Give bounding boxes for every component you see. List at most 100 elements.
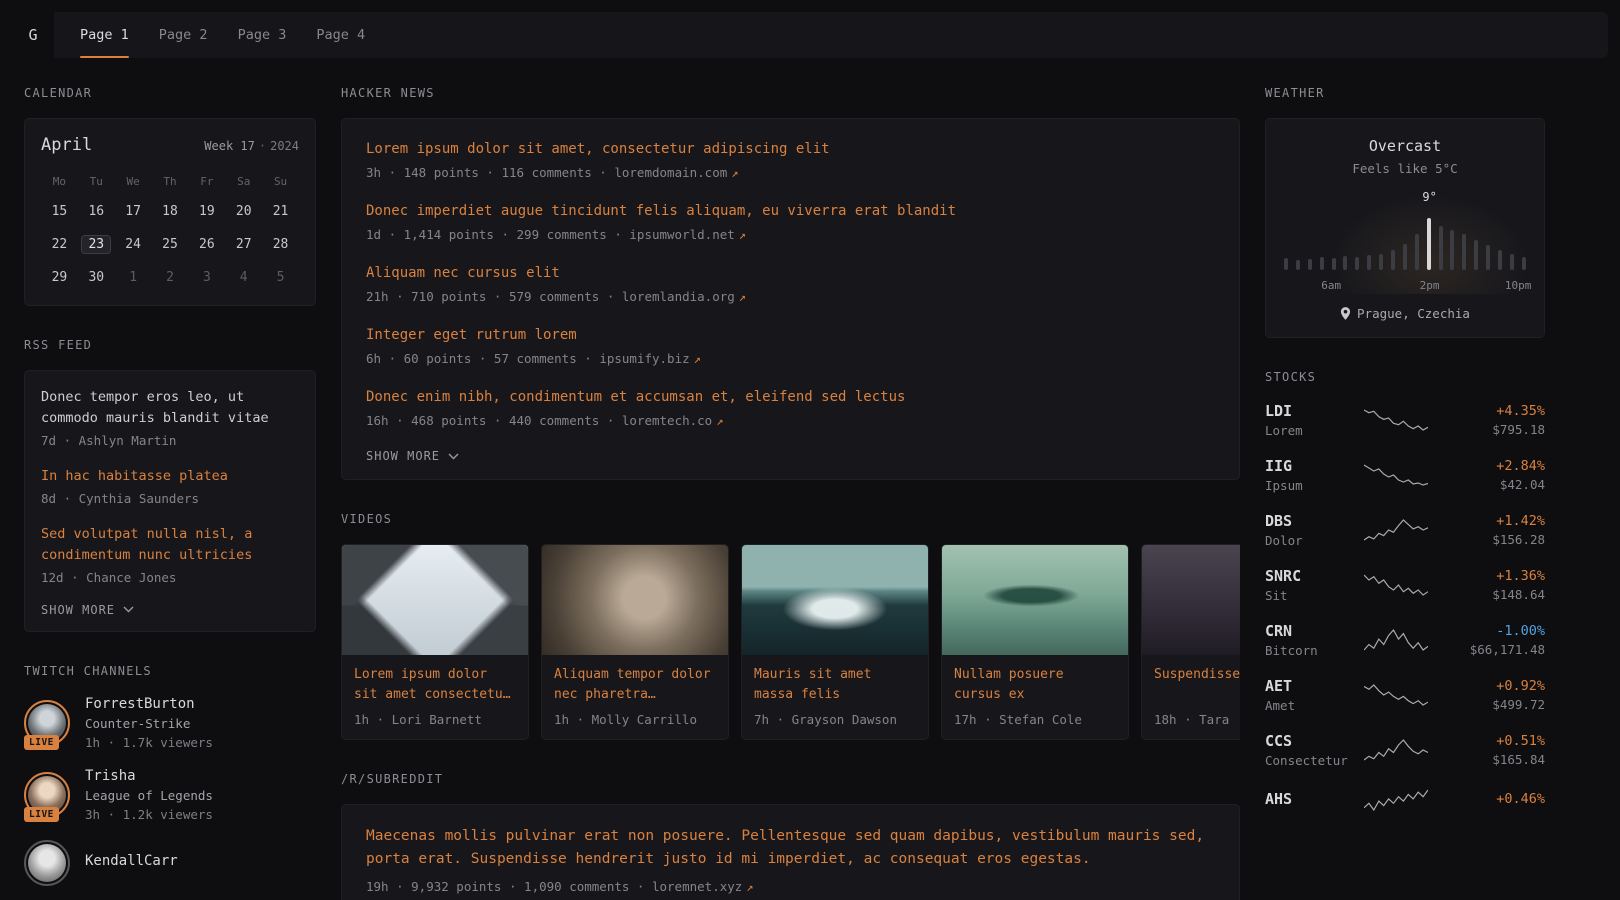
stock-change: +1.36% [1439, 568, 1545, 584]
video-card-body: Nullam posuere cursus ex 17h · Stefan Co… [942, 655, 1128, 739]
subreddit-card: Maecenas mollis pulvinar erat non posuer… [341, 804, 1240, 900]
stock-row[interactable]: CCSConsectetur +0.51%$165.84 [1265, 732, 1545, 768]
weather-chart-bars [1282, 210, 1528, 270]
calendar-day: 1 [115, 267, 152, 287]
hn-item-stats: 3h · 148 points · 116 comments · [366, 165, 607, 180]
section-title-calendar: CALENDAR [24, 86, 316, 100]
calendar-week-label: Week 17 [204, 139, 255, 153]
weather-bar [1462, 234, 1466, 270]
weather-bar [1367, 255, 1371, 270]
stock-row[interactable]: IIGIpsum +2.84%$42.04 [1265, 457, 1545, 493]
video-thumbnail[interactable] [942, 545, 1128, 655]
stock-symbol[interactable]: AHS [1265, 790, 1353, 808]
rss-item: In hac habitasse platea 8d · Cynthia Sau… [41, 466, 299, 506]
stock-price: $165.84 [1439, 752, 1545, 767]
avatar[interactable]: LIVE [24, 700, 70, 746]
tab-page-1[interactable]: Page 1 [80, 12, 129, 58]
video-thumbnail[interactable] [342, 545, 528, 655]
hn-item-domain-link[interactable]: ipsumify.biz↗ [599, 351, 701, 366]
twitch-channel[interactable]: KendallCarr [24, 840, 316, 886]
subreddit-post-title[interactable]: Maecenas mollis pulvinar erat non posuer… [366, 825, 1215, 871]
stock-symbol[interactable]: DBS [1265, 512, 1353, 530]
calendar-day: 28 [262, 234, 299, 254]
hn-item-stats: 16h · 468 points · 440 comments · [366, 413, 614, 428]
tab-page-3[interactable]: Page 3 [238, 12, 287, 58]
video-title[interactable]: Nullam posuere cursus ex [954, 665, 1116, 706]
hn-item-title[interactable]: Donec enim nibh, condimentum et accumsan… [366, 387, 1215, 408]
rss-item-title[interactable]: Donec tempor eros leo, ut commodo mauris… [41, 387, 299, 429]
channel-name[interactable]: ForrestBurton [85, 696, 213, 712]
video-thumbnail[interactable] [742, 545, 928, 655]
stock-row[interactable]: AHS +0.46% [1265, 787, 1545, 813]
hn-item-title[interactable]: Integer eget rutrum lorem [366, 325, 1215, 346]
stock-change: +0.51% [1439, 733, 1545, 749]
stock-row[interactable]: LDILorem +4.35%$795.18 [1265, 402, 1545, 438]
weather-card: Overcast Feels like 5°C 9° 6am 2pm 10pm … [1265, 118, 1545, 338]
avatar[interactable]: LIVE [24, 772, 70, 818]
rss-item-meta: 8d · Cynthia Saunders [41, 491, 299, 506]
channel-name[interactable]: Trisha [85, 768, 213, 784]
calendar-header: April Week 17·2024 [41, 135, 299, 155]
weather-time-label: 2pm [1420, 279, 1440, 292]
video-card[interactable]: Suspendisse diam 18h · Tara [1141, 544, 1240, 740]
avatar[interactable] [24, 840, 70, 886]
rss-show-more-button[interactable]: SHOW MORE [41, 603, 134, 617]
video-title[interactable]: Suspendisse diam [1154, 665, 1240, 706]
videos-scroll-row[interactable]: Lorem ipsum dolor sit amet consectetu… 1… [341, 544, 1240, 740]
hn-item-domain-link[interactable]: loremtech.co↗ [622, 413, 724, 428]
hn-item-title[interactable]: Donec imperdiet augue tincidunt felis al… [366, 201, 1215, 222]
live-badge: LIVE [24, 735, 59, 750]
calendar-day: 23 [78, 234, 115, 254]
video-title[interactable]: Lorem ipsum dolor sit amet consectetu… [354, 665, 516, 706]
stock-row[interactable]: AETAmet +0.92%$499.72 [1265, 677, 1545, 713]
rss-item-title[interactable]: Sed volutpat nulla nisl, a condimentum n… [41, 524, 299, 566]
hackernews-show-more-button[interactable]: SHOW MORE [366, 449, 459, 463]
stock-row[interactable]: DBSDolor +1.42%$156.28 [1265, 512, 1545, 548]
weather-bar [1308, 259, 1312, 270]
tab-page-2[interactable]: Page 2 [159, 12, 208, 58]
page-content: CALENDAR April Week 17·2024 MoTuWeThFrSa… [0, 58, 1620, 900]
hn-item-domain-link[interactable]: loremdomain.com↗ [614, 165, 738, 180]
calendar-day: 2 [152, 267, 189, 287]
twitch-channel[interactable]: LIVE Trisha League of Legends 3h · 1.2k … [24, 768, 316, 822]
video-thumbnail[interactable] [542, 545, 728, 655]
hn-item-meta: 6h · 60 points · 57 comments · ipsumify.… [366, 351, 1215, 366]
stock-symbol[interactable]: AET [1265, 677, 1353, 695]
video-card[interactable]: Nullam posuere cursus ex 17h · Stefan Co… [941, 544, 1129, 740]
channel-game[interactable]: League of Legends [85, 788, 213, 803]
stock-symbol[interactable]: IIG [1265, 457, 1353, 475]
channel-game[interactable]: Counter-Strike [85, 716, 213, 731]
subreddit-domain-link[interactable]: loremnet.xyz↗ [652, 879, 754, 894]
external-link-icon: ↗ [739, 228, 746, 242]
hn-item-title[interactable]: Lorem ipsum dolor sit amet, consectetur … [366, 139, 1215, 160]
calendar-year: 2024 [270, 139, 299, 153]
stock-symbol[interactable]: CRN [1265, 622, 1353, 640]
hn-item-domain-link[interactable]: ipsumworld.net↗ [629, 227, 746, 242]
twitch-channel[interactable]: LIVE ForrestBurton Counter-Strike 1h · 1… [24, 696, 316, 750]
video-meta: 7h · Grayson Dawson [754, 712, 916, 727]
hn-item-domain-link[interactable]: loremlandia.org↗ [622, 289, 746, 304]
channel-name[interactable]: KendallCarr [85, 853, 178, 869]
hn-item: Donec enim nibh, condimentum et accumsan… [366, 387, 1215, 428]
video-card[interactable]: Lorem ipsum dolor sit amet consectetu… 1… [341, 544, 529, 740]
video-thumbnail[interactable] [1142, 545, 1240, 655]
stock-symbol[interactable]: CCS [1265, 732, 1353, 750]
external-link-icon: ↗ [731, 166, 738, 180]
weather-bar [1498, 250, 1502, 270]
stock-row[interactable]: CRNBitcorn -1.00%$66,171.48 [1265, 622, 1545, 658]
stock-symbol[interactable]: SNRC [1265, 567, 1353, 585]
video-title[interactable]: Aliquam tempor dolor nec pharetra… [554, 665, 716, 706]
stock-row[interactable]: SNRCSit +1.36%$148.64 [1265, 567, 1545, 603]
hn-item-meta: 21h · 710 points · 579 comments · loreml… [366, 289, 1215, 304]
channel-meta: 1h · 1.7k viewers [85, 735, 213, 750]
video-meta: 1h · Molly Carrillo [554, 712, 716, 727]
stock-symbol[interactable]: LDI [1265, 402, 1353, 420]
rss-item-title[interactable]: In hac habitasse platea [41, 466, 299, 487]
page-tabs: Page 1 Page 2 Page 3 Page 4 [80, 12, 365, 58]
weather-feels-like: Feels like 5°C [1282, 161, 1528, 176]
hn-item-title[interactable]: Aliquam nec cursus elit [366, 263, 1215, 284]
video-card[interactable]: Mauris sit amet massa felis 7h · Grayson… [741, 544, 929, 740]
video-title[interactable]: Mauris sit amet massa felis [754, 665, 916, 706]
video-card[interactable]: Aliquam tempor dolor nec pharetra… 1h · … [541, 544, 729, 740]
tab-page-4[interactable]: Page 4 [316, 12, 365, 58]
